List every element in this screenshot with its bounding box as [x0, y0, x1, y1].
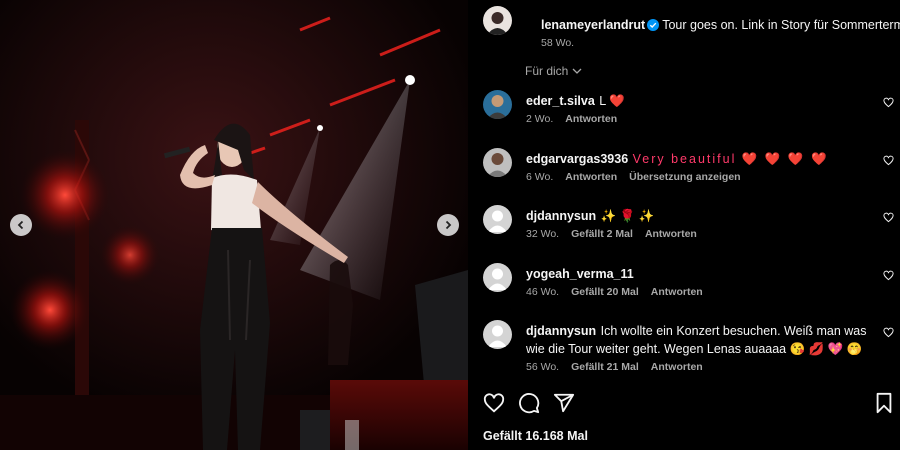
heart-icon[interactable] [883, 212, 894, 223]
commenter-avatar[interactable] [483, 90, 512, 119]
comment-username[interactable]: eder_t.silva [526, 94, 595, 108]
comment-username[interactable]: djdannysun [526, 209, 596, 223]
comments-panel: lenameyerlandrut Tour goes on. Link in St… [468, 0, 900, 450]
translate-button[interactable]: Übersetzung anzeigen [629, 171, 740, 183]
comment-likes[interactable]: Gefällt 20 Mal [571, 286, 639, 298]
comment-time: 32 Wo. [526, 228, 560, 240]
reply-button[interactable]: Antworten [565, 171, 617, 183]
commenter-avatar[interactable] [483, 320, 512, 349]
commenter-avatar[interactable] [483, 263, 512, 292]
heart-icon[interactable] [883, 270, 894, 281]
chevron-down-icon [572, 68, 582, 74]
chevron-left-icon [17, 220, 24, 230]
comment-icon[interactable] [518, 392, 540, 414]
heart-icon[interactable] [883, 155, 894, 166]
post-photo[interactable] [0, 0, 468, 450]
for-you-filter[interactable]: Für dich [525, 64, 582, 78]
caption-text: Tour goes on. Link in Story für Sommerte… [662, 18, 900, 32]
next-image-button[interactable] [437, 214, 459, 236]
comment-time: 46 Wo. [526, 286, 560, 298]
author-avatar[interactable] [483, 6, 512, 35]
chevron-right-icon [445, 220, 452, 230]
for-you-label: Für dich [525, 64, 569, 78]
comment-username[interactable]: edgarvargas3936 [526, 152, 628, 166]
comment-username[interactable]: djdannysun [526, 324, 596, 338]
comment-text: Very beautiful ❤️ ❤️ ❤️ ❤️ [632, 152, 829, 166]
share-icon[interactable] [553, 392, 575, 414]
comment-text: L ❤️ [599, 94, 625, 108]
reply-button[interactable]: Antworten [565, 113, 617, 125]
commenter-avatar[interactable] [483, 148, 512, 177]
reply-button[interactable]: Antworten [651, 286, 703, 298]
reply-button[interactable]: Antworten [645, 228, 697, 240]
comment-time: 2 Wo. [526, 113, 554, 125]
heart-icon[interactable] [883, 97, 894, 108]
heart-icon[interactable] [483, 392, 505, 414]
heart-icon[interactable] [883, 327, 894, 338]
verified-badge-icon [647, 18, 660, 36]
previous-image-button[interactable] [10, 214, 32, 236]
concert-stage-image [0, 0, 468, 450]
comment-likes[interactable]: Gefällt 21 Mal [571, 361, 639, 373]
caption-time: 58 Wo. [541, 37, 575, 49]
comment-likes[interactable]: Gefällt 2 Mal [571, 228, 633, 240]
comment-time: 56 Wo. [526, 361, 560, 373]
author-username[interactable]: lenameyerlandrut [541, 18, 645, 32]
commenter-avatar[interactable] [483, 205, 512, 234]
post-actions [483, 392, 892, 418]
bookmark-icon[interactable] [873, 392, 895, 414]
comment-text: ✨ 🌹 ✨ [600, 209, 655, 223]
reply-button[interactable]: Antworten [651, 361, 703, 373]
comment-username[interactable]: yogeah_verma_11 [526, 267, 634, 281]
like-count[interactable]: Gefällt 16.168 Mal [483, 429, 588, 443]
comment-time: 6 Wo. [526, 171, 554, 183]
